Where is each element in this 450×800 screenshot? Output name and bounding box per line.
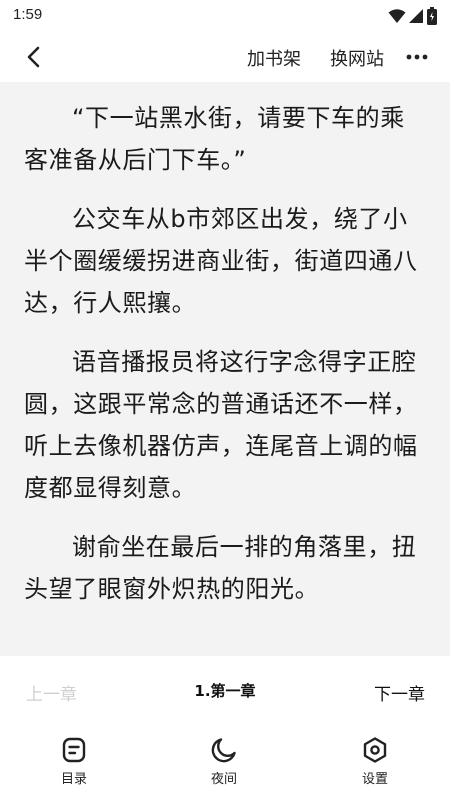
gear-icon [363,737,387,763]
settings-button[interactable]: 设置 [335,736,415,787]
paragraph: 语音播报员将这行字念得字正腔圆，这跟平常念的普通话还不一样，听上去像机器仿声，连… [24,348,418,502]
status-bar: 1:59 [0,0,450,32]
moon-icon [211,738,236,763]
chapter-navigation: 1.第一章 上一章 下一章 [0,680,450,710]
signal-icon [409,9,423,23]
night-mode-button[interactable]: 夜间 [184,736,264,787]
status-icons [388,7,438,25]
add-to-shelf-button[interactable]: 加书架 [247,45,301,71]
battery-icon [427,7,437,25]
toc-label: 目录 [60,772,87,787]
top-app-bar: 加书架 换网站 [0,32,450,82]
change-site-button[interactable]: 换网站 [330,45,384,71]
wifi-icon [388,9,406,23]
back-button[interactable] [18,41,50,73]
paragraph: “下一站黑水街，请要下车的乘客准备从后门下车。” [24,104,405,174]
document-list-icon [62,737,86,763]
more-dots-icon [406,54,428,60]
next-chapter-button[interactable]: 下一章 [374,680,425,705]
settings-label: 设置 [361,772,388,787]
paragraph: 公交车从b市郊区出发，绕了小半个圈缓缓拐进商业街，街道四通八达，行人熙攘。 [24,205,418,317]
night-label: 夜间 [210,772,237,787]
reader-content[interactable]: “下一站黑水街，请要下车的乘客准备从后门下车。” 公交车从b市郊区出发，绕了小半… [0,82,450,656]
paragraph: 谢俞坐在最后一排的角落里，扭头望了眼窗外炽热的阳光。 [24,533,417,603]
more-button[interactable] [404,44,430,70]
status-time: 1:59 [13,6,43,23]
chevron-left-icon [27,46,40,68]
reader-bottom-panel: 1.第一章 上一章 下一章 目录 夜间 设置 [0,656,450,800]
toc-button[interactable]: 目录 [34,736,114,787]
prev-chapter-button[interactable]: 上一章 [26,680,77,705]
